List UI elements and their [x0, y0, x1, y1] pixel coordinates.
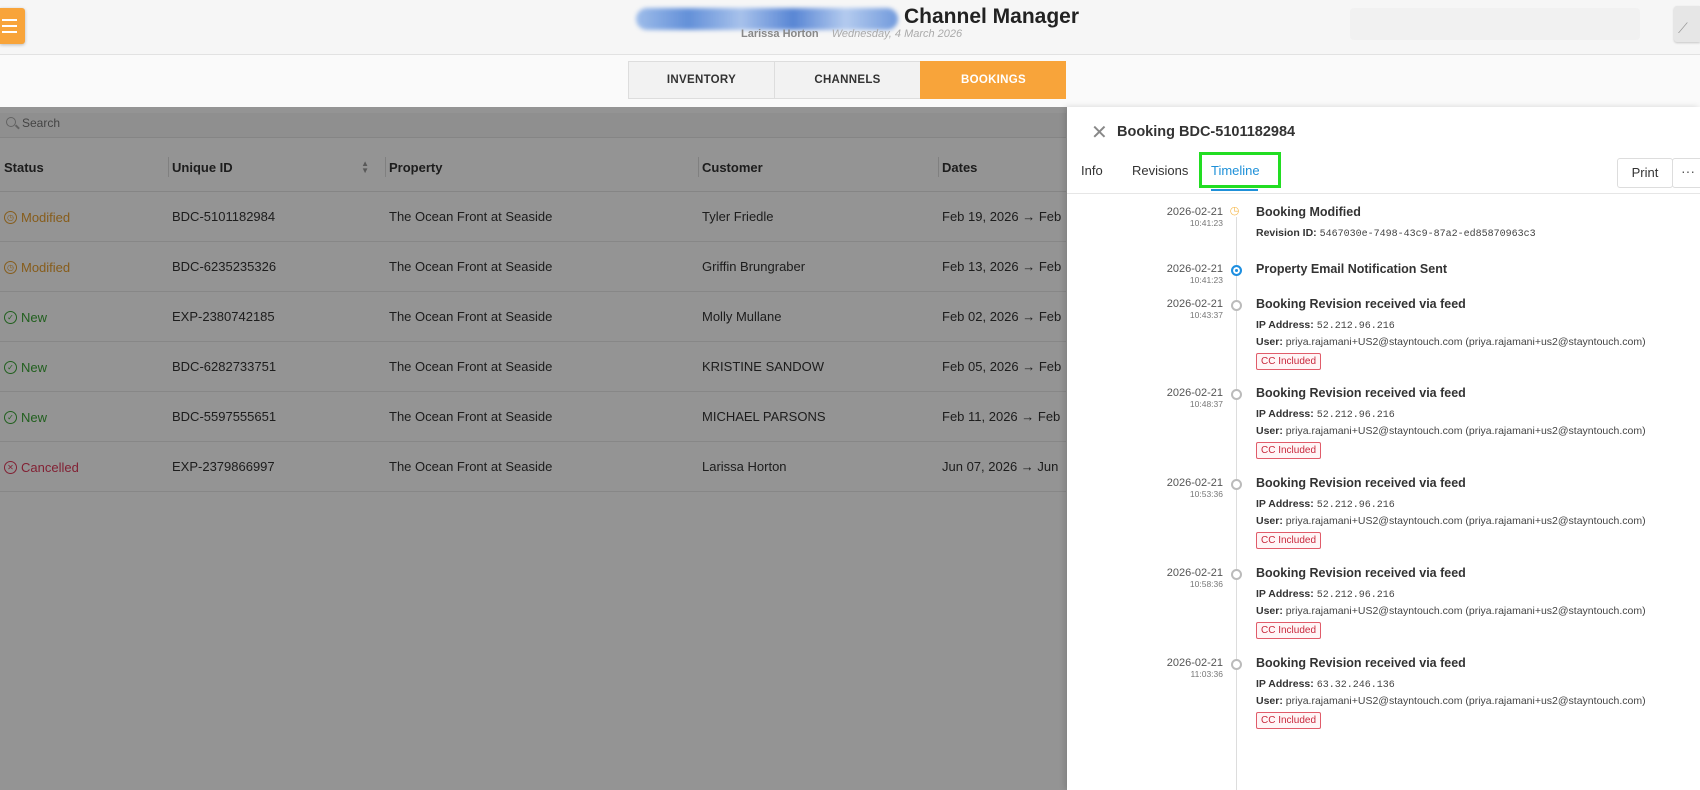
- user-line: User: priya.rajamani+US2@stayntouch.com …: [1256, 605, 1646, 617]
- tab-inventory[interactable]: INVENTORY: [628, 61, 774, 99]
- nav-bar: INVENTORY CHANNELS BOOKINGS: [0, 55, 1700, 107]
- more-options-button[interactable]: ···: [1672, 158, 1700, 188]
- event-title: Booking Modified: [1256, 205, 1361, 219]
- user-value: priya.rajamani+US2@stayntouch.com (priya…: [1285, 695, 1646, 707]
- ip-address-line: IP Address: 52.212.96.216: [1256, 588, 1395, 601]
- event-time: 10:41:23: [1189, 275, 1223, 285]
- event-title: Booking Revision received via feed: [1256, 386, 1466, 400]
- ip-address-value: 52.212.96.216: [1316, 500, 1395, 511]
- print-button[interactable]: Print: [1617, 158, 1673, 188]
- user-line: User: priya.rajamani+US2@stayntouch.com …: [1256, 515, 1646, 527]
- revision-id-value: 5467030e-7498-43c9-87a2-ed85870963c3: [1319, 229, 1536, 240]
- modal-backdrop[interactable]: [0, 107, 1067, 790]
- ip-address-line: IP Address: 52.212.96.216: [1256, 498, 1395, 511]
- ip-address-label: IP Address:: [1256, 408, 1314, 420]
- user-name: Larissa Horton: [741, 28, 819, 40]
- event-date: 2026-02-21: [1166, 298, 1223, 310]
- user-label: User:: [1256, 336, 1283, 348]
- highlight-box: [1199, 152, 1281, 188]
- active-tab-indicator: [1211, 189, 1258, 191]
- active-dot-icon: [1231, 265, 1242, 276]
- event-title: Booking Revision received via feed: [1256, 656, 1466, 670]
- event-date: 2026-02-21: [1166, 477, 1223, 489]
- panel-title: Booking BDC-5101182984: [1117, 124, 1296, 140]
- tab-bookings[interactable]: BOOKINGS: [920, 61, 1066, 99]
- app-title: Channel Manager: [904, 5, 1080, 28]
- ip-address-label: IP Address:: [1256, 319, 1314, 331]
- event-date: 2026-02-21: [1166, 387, 1223, 399]
- ip-address-line: IP Address: 52.212.96.216: [1256, 319, 1395, 332]
- revision-id-line: Revision ID: 5467030e-7498-43c9-87a2-ed8…: [1256, 227, 1536, 240]
- event-time: 10:48:37: [1189, 399, 1223, 409]
- tab-info[interactable]: Info: [1081, 163, 1103, 178]
- revision-id-label: Revision ID:: [1256, 227, 1317, 239]
- user-label: User:: [1256, 425, 1283, 437]
- user-line: User: priya.rajamani+US2@stayntouch.com …: [1256, 695, 1646, 707]
- user-label: User:: [1256, 695, 1283, 707]
- event-title: Property Email Notification Sent: [1256, 262, 1448, 276]
- user-label: User:: [1256, 515, 1283, 527]
- hamburger-menu-button[interactable]: [0, 8, 25, 44]
- chart-icon: ⟋: [1678, 20, 1688, 36]
- event-title: Booking Revision received via feed: [1256, 476, 1466, 490]
- header-subline: Larissa Horton Wednesday, 4 March 2026: [741, 28, 962, 40]
- event-date: 2026-02-21: [1166, 263, 1223, 275]
- ip-address-label: IP Address:: [1256, 588, 1314, 600]
- user-menu-button[interactable]: ⟋: [1674, 6, 1700, 42]
- cc-included-badge: CC Included: [1256, 353, 1322, 370]
- menu-bar: [2, 31, 17, 33]
- cc-included-badge: CC Included: [1256, 622, 1322, 639]
- user-line: User: priya.rajamani+US2@stayntouch.com …: [1256, 425, 1646, 437]
- user-line: User: priya.rajamani+US2@stayntouch.com …: [1256, 336, 1646, 348]
- dot-icon: [1231, 479, 1242, 490]
- tab-revisions[interactable]: Revisions: [1132, 163, 1188, 178]
- header-right-field: [1350, 8, 1640, 40]
- user-label: User:: [1256, 605, 1283, 617]
- blurred-logo: [636, 8, 898, 30]
- user-value: priya.rajamani+US2@stayntouch.com (priya…: [1285, 336, 1646, 348]
- menu-bar: [2, 19, 17, 21]
- event-date: 2026-02-21: [1166, 657, 1223, 669]
- ip-address-line: IP Address: 63.32.246.136: [1256, 678, 1395, 691]
- dot-icon: [1231, 569, 1242, 580]
- menu-bar: [2, 25, 17, 27]
- dot-icon: [1231, 659, 1242, 670]
- event-date: 2026-02-21: [1166, 567, 1223, 579]
- event-time: 10:53:36: [1189, 489, 1223, 499]
- booking-detail-panel: ✕ Booking BDC-5101182984 Info Revisions …: [1067, 107, 1700, 790]
- header-date: Wednesday, 4 March 2026: [831, 28, 963, 40]
- clock-icon: ◷: [1229, 205, 1240, 217]
- nav-tabs: INVENTORY CHANNELS BOOKINGS: [628, 61, 1066, 99]
- panel-tabs: Info Revisions Timeline Print ···: [1067, 151, 1700, 194]
- user-value: priya.rajamani+US2@stayntouch.com (priya…: [1285, 605, 1646, 617]
- ip-address-line: IP Address: 52.212.96.216: [1256, 408, 1395, 421]
- cc-included-badge: CC Included: [1256, 712, 1322, 729]
- close-icon[interactable]: ✕: [1091, 123, 1108, 143]
- event-date: 2026-02-21: [1166, 206, 1223, 218]
- event-time: 10:43:37: [1189, 310, 1223, 320]
- dot-icon: [1231, 389, 1242, 400]
- event-title: Booking Revision received via feed: [1256, 297, 1466, 311]
- cc-included-badge: CC Included: [1256, 442, 1322, 459]
- ip-address-label: IP Address:: [1256, 678, 1314, 690]
- ip-address-label: IP Address:: [1256, 498, 1314, 510]
- ip-address-value: 63.32.246.136: [1316, 680, 1395, 691]
- ip-address-value: 52.212.96.216: [1316, 590, 1395, 601]
- ip-address-value: 52.212.96.216: [1316, 410, 1395, 421]
- ip-address-value: 52.212.96.216: [1316, 321, 1395, 332]
- top-bar: Channel Manager Larissa Horton Wednesday…: [0, 0, 1700, 55]
- cc-included-badge: CC Included: [1256, 532, 1322, 549]
- user-value: priya.rajamani+US2@stayntouch.com (priya…: [1285, 515, 1646, 527]
- event-title: Booking Revision received via feed: [1256, 566, 1466, 580]
- user-value: priya.rajamani+US2@stayntouch.com (priya…: [1285, 425, 1646, 437]
- event-time: 10:41:23: [1189, 218, 1223, 228]
- event-time: 11:03:36: [1190, 669, 1223, 679]
- event-time: 10:58:36: [1189, 579, 1223, 589]
- tab-channels[interactable]: CHANNELS: [774, 61, 920, 99]
- dot-icon: [1231, 300, 1242, 311]
